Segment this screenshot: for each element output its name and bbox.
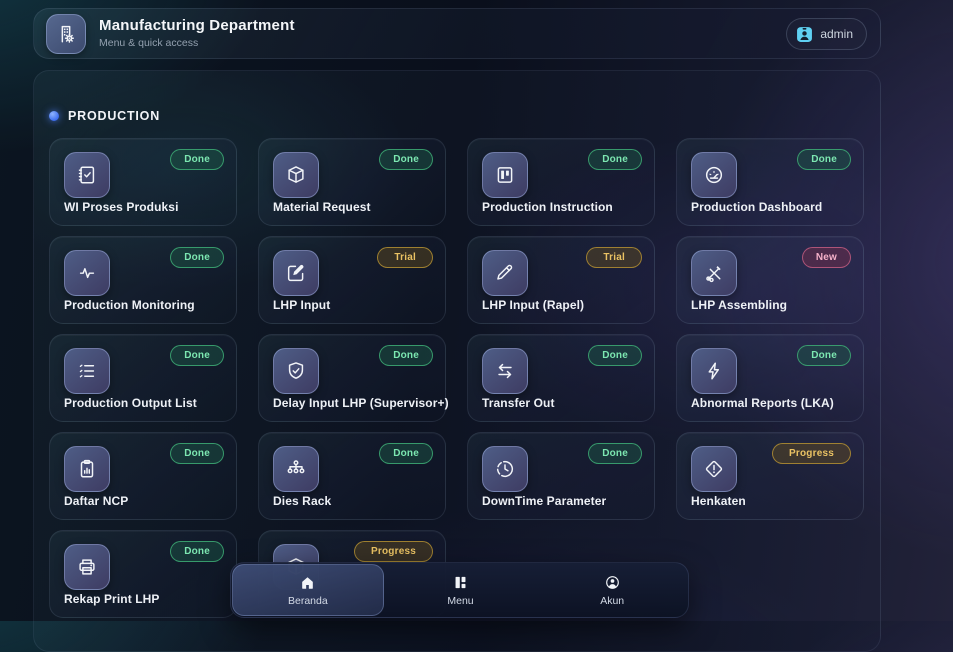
status-badge: Done xyxy=(170,443,224,464)
card-title: Production Dashboard xyxy=(691,200,853,214)
card-dies-rack[interactable]: Done Dies Rack xyxy=(258,432,446,520)
card-lhp-input-rapel[interactable]: Trial LHP Input (Rapel) xyxy=(467,236,655,324)
card-title: WI Proses Produksi xyxy=(64,200,226,214)
section-dot-icon xyxy=(49,111,59,121)
activity-icon xyxy=(64,250,110,296)
card-title: Henkaten xyxy=(691,494,853,508)
card-production-monitoring[interactable]: Done Production Monitoring xyxy=(49,236,237,324)
speedometer-icon xyxy=(691,152,737,198)
card-daftar-ncp[interactable]: Done Daftar NCP xyxy=(49,432,237,520)
card-title: Abnormal Reports (LKA) xyxy=(691,396,853,410)
status-badge: Done xyxy=(379,443,433,464)
user-name: admin xyxy=(820,27,853,41)
menu-grid: Done WI Proses Produksi Done Material Re… xyxy=(49,138,864,618)
status-badge: Done xyxy=(797,345,851,366)
status-badge: Done xyxy=(170,345,224,366)
section-label: PRODUCTION xyxy=(68,109,160,123)
card-delay-input-lhp[interactable]: Done Delay Input LHP (Supervisor+) xyxy=(258,334,446,422)
card-title: Production Instruction xyxy=(482,200,644,214)
nav-label: Akun xyxy=(600,595,624,607)
card-title: Rekap Print LHP xyxy=(64,592,226,606)
section-production: PRODUCTION xyxy=(49,109,160,123)
card-production-instruction[interactable]: Done Production Instruction xyxy=(467,138,655,226)
nav-item-akun[interactable]: Akun xyxy=(537,564,687,616)
grid-icon xyxy=(452,574,469,591)
status-badge: Done xyxy=(170,247,224,268)
page-title: Manufacturing Department xyxy=(99,17,295,35)
pencil-icon xyxy=(482,250,528,296)
clipboard-chart-icon xyxy=(64,446,110,492)
status-badge: Done xyxy=(588,345,642,366)
nav-item-menu[interactable]: Menu xyxy=(386,564,536,616)
status-badge: Done xyxy=(797,149,851,170)
kanban-icon xyxy=(482,152,528,198)
card-production-output-list[interactable]: Done Production Output List xyxy=(49,334,237,422)
pencil-square-icon xyxy=(273,250,319,296)
printer-icon xyxy=(64,544,110,590)
card-title: Material Request xyxy=(273,200,435,214)
card-title: Production Monitoring xyxy=(64,298,226,312)
card-transfer-out[interactable]: Done Transfer Out xyxy=(467,334,655,422)
status-badge: Trial xyxy=(377,247,433,268)
app-header: Manufacturing Department Menu & quick ac… xyxy=(33,8,881,59)
clock-history-icon xyxy=(482,446,528,492)
nav-item-beranda[interactable]: Beranda xyxy=(232,564,384,616)
status-badge: Done xyxy=(379,149,433,170)
card-wi-proses-produksi[interactable]: Done WI Proses Produksi xyxy=(49,138,237,226)
box-icon xyxy=(273,152,319,198)
user-badge[interactable]: admin xyxy=(786,18,867,50)
status-badge: Done xyxy=(170,149,224,170)
home-icon xyxy=(299,574,316,591)
card-lhp-assembling[interactable]: New LHP Assembling xyxy=(676,236,864,324)
tools-icon xyxy=(691,250,737,296)
card-title: Daftar NCP xyxy=(64,494,226,508)
status-badge: Progress xyxy=(354,541,433,562)
card-title: LHP Input (Rapel) xyxy=(482,298,644,312)
card-abnormal-reports[interactable]: Done Abnormal Reports (LKA) xyxy=(676,334,864,422)
card-title: DownTime Parameter xyxy=(482,494,644,508)
status-badge: Done xyxy=(588,149,642,170)
building-gear-icon xyxy=(46,14,86,54)
nav-label: Menu xyxy=(447,595,473,607)
card-title: LHP Input xyxy=(273,298,435,312)
card-title: LHP Assembling xyxy=(691,298,853,312)
status-badge: Done xyxy=(379,345,433,366)
card-henkaten[interactable]: Progress Henkaten xyxy=(676,432,864,520)
journal-check-icon xyxy=(64,152,110,198)
card-title: Production Output List xyxy=(64,396,226,410)
card-rekap-print-lhp[interactable]: Done Rekap Print LHP xyxy=(49,530,237,618)
status-badge: Done xyxy=(170,541,224,562)
lightning-icon xyxy=(691,348,737,394)
card-lhp-input[interactable]: Trial LHP Input xyxy=(258,236,446,324)
arrows-left-right-icon xyxy=(482,348,528,394)
shield-check-icon xyxy=(273,348,319,394)
diagram-icon xyxy=(273,446,319,492)
page-subtitle: Menu & quick access xyxy=(99,37,295,50)
status-badge: New xyxy=(802,247,851,268)
nav-label: Beranda xyxy=(288,595,328,607)
card-title: Transfer Out xyxy=(482,396,644,410)
card-production-dashboard[interactable]: Done Production Dashboard xyxy=(676,138,864,226)
status-badge: Trial xyxy=(586,247,642,268)
card-title: Dies Rack xyxy=(273,494,435,508)
card-downtime-parameter[interactable]: Done DownTime Parameter xyxy=(467,432,655,520)
diamond-exclamation-icon xyxy=(691,446,737,492)
card-title: Delay Input LHP (Supervisor+) xyxy=(273,396,435,410)
bottom-nav: Beranda Menu Akun xyxy=(230,562,689,618)
person-badge-icon xyxy=(796,26,813,43)
card-material-request[interactable]: Done Material Request xyxy=(258,138,446,226)
status-badge: Progress xyxy=(772,443,851,464)
list-check-icon xyxy=(64,348,110,394)
person-circle-icon xyxy=(604,574,621,591)
status-badge: Done xyxy=(588,443,642,464)
